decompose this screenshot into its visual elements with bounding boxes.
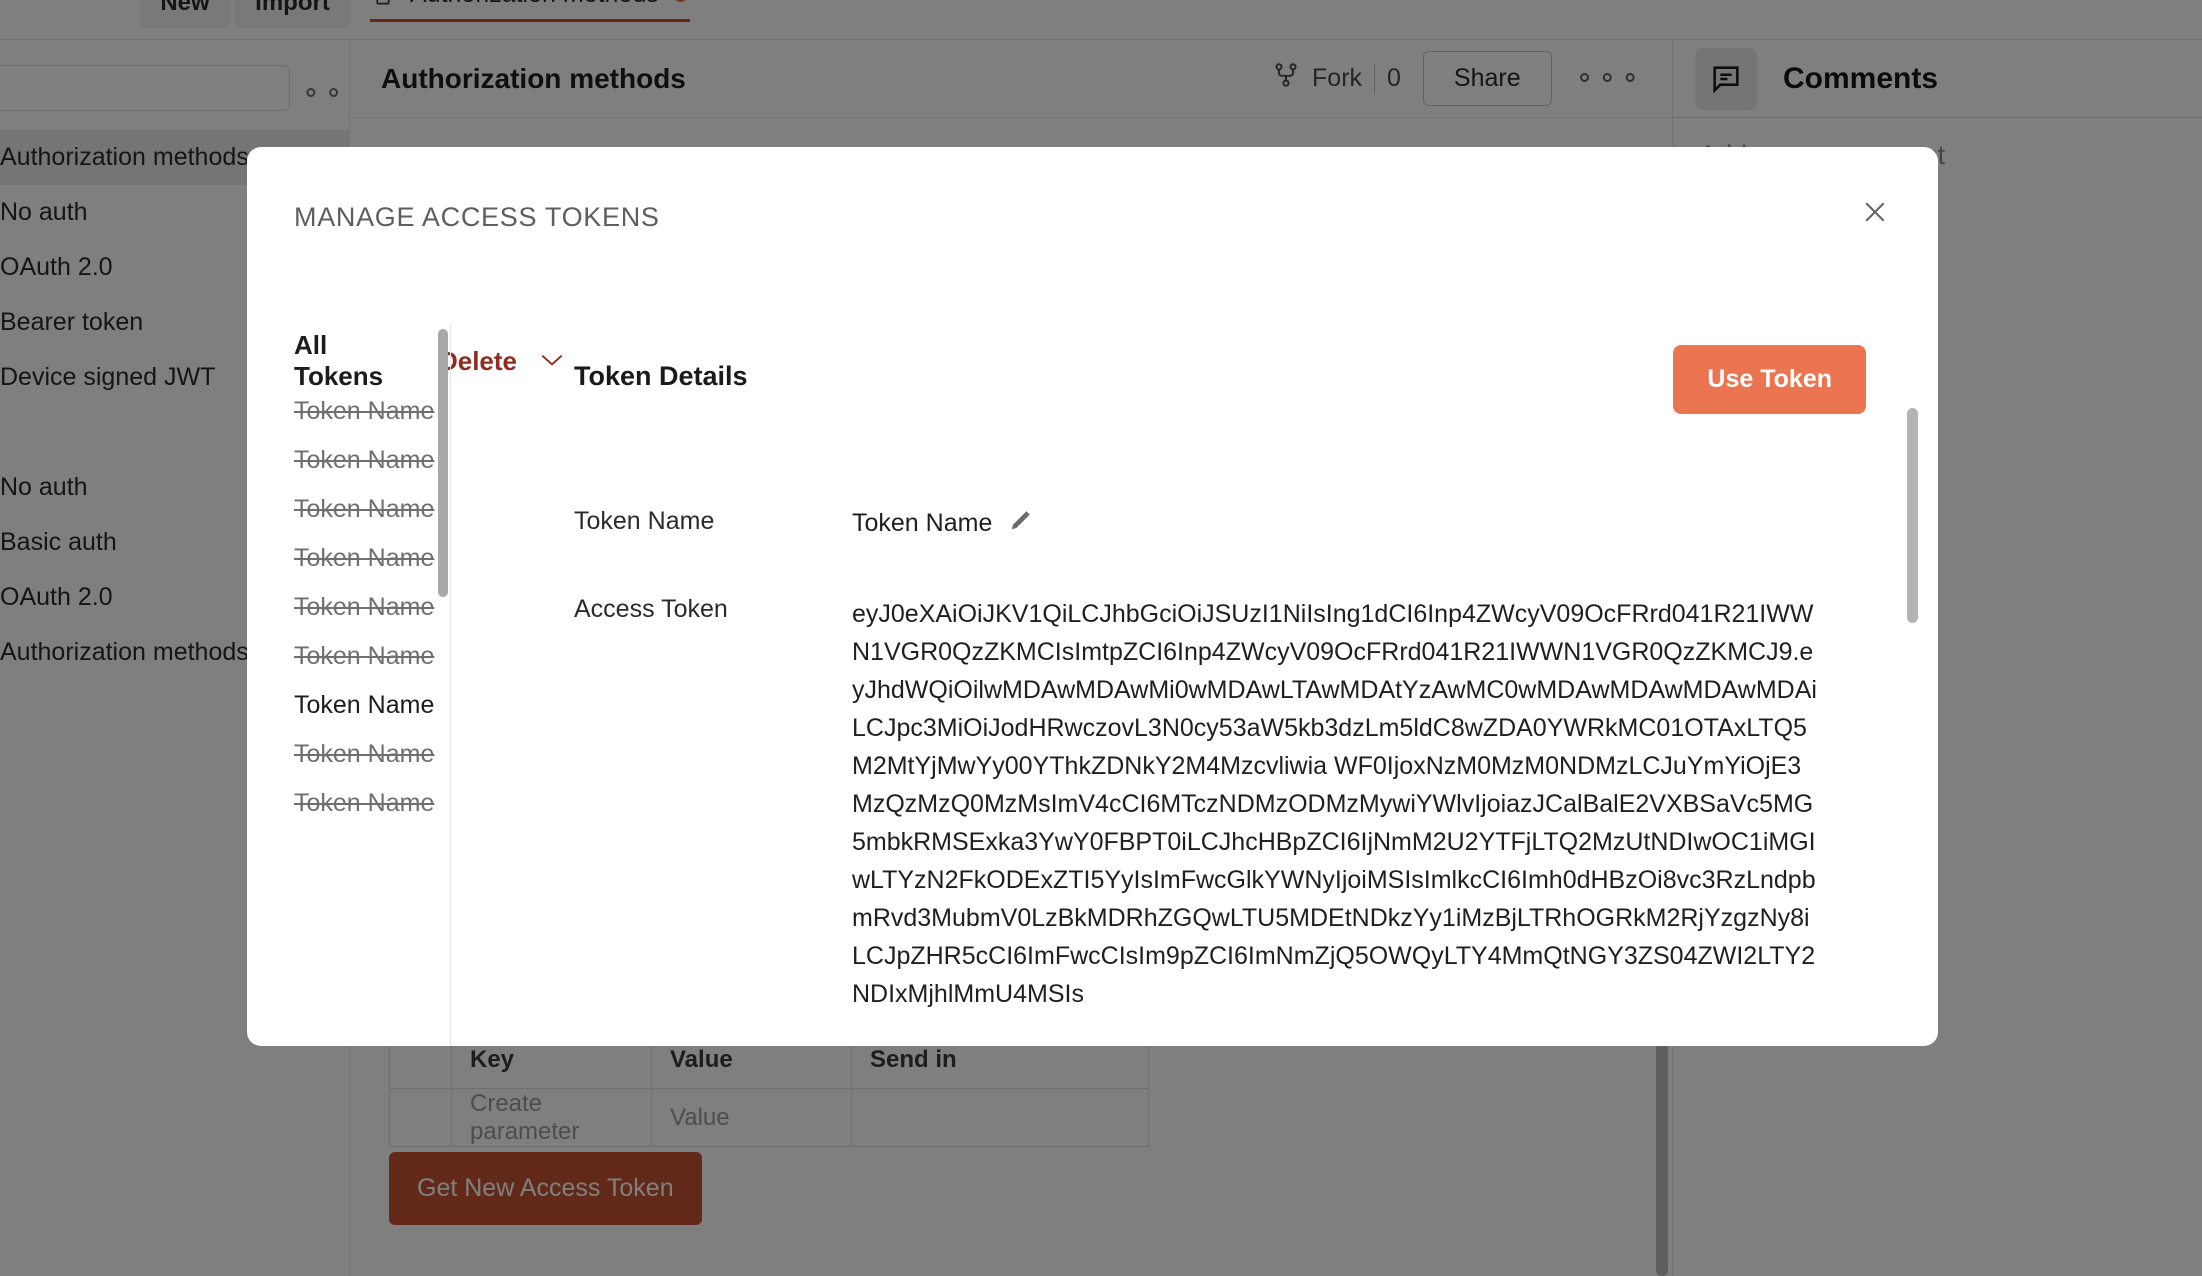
- modal-title: MANAGE ACCESS TOKENS: [294, 202, 660, 232]
- token-name-value: Token Name: [852, 509, 993, 537]
- token-list-scrollbar[interactable]: [438, 329, 448, 597]
- manage-access-tokens-modal: MANAGE ACCESS TOKENS All Tokens Delete T…: [247, 147, 1938, 1046]
- all-tokens-label: All Tokens: [294, 330, 384, 391]
- token-details-scrollbar[interactable]: [1907, 408, 1918, 623]
- token-item-label: Token Name: [294, 446, 435, 474]
- modal-body: All Tokens Delete Token Name Token Name …: [247, 275, 1938, 1046]
- token-details-scroll-area: Token Details Use Token Token Name Token…: [451, 275, 1938, 1046]
- access-token-label: Access Token: [574, 595, 728, 623]
- pencil-icon[interactable]: [1008, 507, 1034, 540]
- token-item-label: Token Name: [294, 691, 435, 719]
- close-icon[interactable]: [1854, 191, 1896, 233]
- token-name-value-wrap: Token Name: [852, 507, 1818, 540]
- token-item-label: Token Name: [294, 593, 435, 621]
- access-token-value[interactable]: eyJ0eXAiOiJKV1QiLCJhbGciOiJSUzI1NiIsIng1…: [852, 595, 1818, 1013]
- token-item-label: Token Name: [294, 544, 435, 572]
- token-details-title: Token Details: [574, 361, 748, 391]
- token-item-label: Token Name: [294, 789, 435, 817]
- token-item-label: Token Name: [294, 495, 435, 523]
- token-item-label: Token Name: [294, 642, 435, 670]
- token-item-label: Token Name: [294, 740, 435, 768]
- token-name-label: Token Name: [574, 507, 715, 535]
- app-root: New Import Authorization methods + ▾: [0, 0, 2202, 1276]
- use-token-button[interactable]: Use Token: [1673, 345, 1866, 414]
- token-details-panel: Token Details Use Token Token Name Token…: [451, 275, 1938, 1046]
- token-item-label: Token Name: [294, 397, 435, 425]
